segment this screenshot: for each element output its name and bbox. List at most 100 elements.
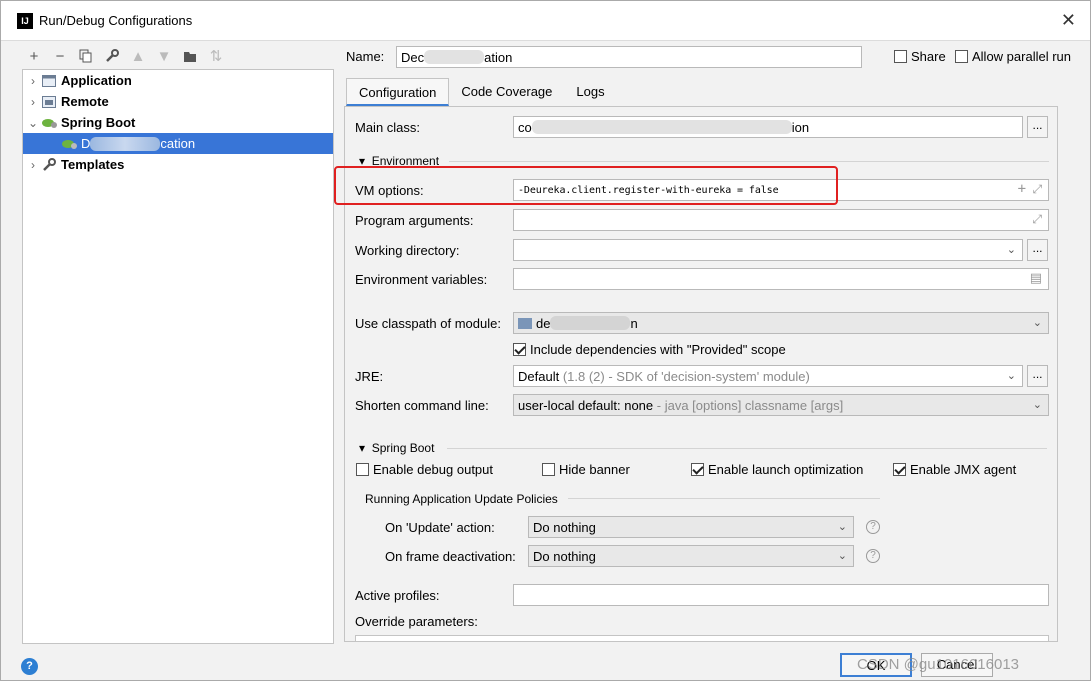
- name-field[interactable]: Dec ation: [396, 46, 862, 68]
- browse-button[interactable]: ...: [1027, 116, 1048, 138]
- chevron-down-icon[interactable]: ⌄: [25, 116, 41, 130]
- program-arguments-label: Program arguments:: [355, 213, 474, 228]
- spring-boot-config-icon: [61, 137, 77, 151]
- on-frame-select[interactable]: Do nothing ⌄: [528, 545, 854, 567]
- classpath-value-start: de: [536, 316, 551, 331]
- intellij-icon: IJ: [17, 13, 33, 29]
- wrench-icon[interactable]: [101, 45, 123, 67]
- tree-item-spring-boot[interactable]: ⌄ Spring Boot: [23, 112, 333, 133]
- chevron-down-icon: ⌄: [837, 550, 847, 562]
- update-policies-title: Running Application Update Policies: [365, 492, 558, 506]
- help-question-icon[interactable]: ?: [866, 549, 880, 563]
- divider: [568, 498, 880, 499]
- expand-icon[interactable]: ⤢: [1032, 212, 1042, 227]
- classpath-module-select[interactable]: de n ⌄: [513, 312, 1049, 334]
- config-toolbar: + − ▲ ▼ ⇅: [23, 45, 227, 69]
- add-icon[interactable]: +: [1018, 181, 1026, 197]
- sort-icon[interactable]: ⇅: [205, 45, 227, 67]
- tree-item-label: Spring Boot: [61, 115, 136, 130]
- chevron-right-icon[interactable]: ›: [25, 95, 41, 109]
- tab-code-coverage[interactable]: Code Coverage: [449, 78, 564, 106]
- active-profiles-field[interactable]: [513, 584, 1049, 606]
- checkbox-checked-icon: [513, 343, 526, 356]
- checkbox-icon: [955, 50, 968, 63]
- expand-icon[interactable]: ⤢: [1032, 182, 1042, 197]
- jmx-agent-label: Enable JMX agent: [910, 462, 1017, 477]
- module-folder-icon: [518, 318, 532, 329]
- allow-parallel-checkbox[interactable]: Allow parallel run: [955, 49, 1071, 64]
- main-class-value-start: co: [518, 120, 532, 135]
- chevron-right-icon[interactable]: ›: [25, 158, 41, 172]
- working-directory-field[interactable]: ⌄: [513, 239, 1023, 261]
- environment-variables-field[interactable]: ▤: [513, 268, 1049, 290]
- tab-bar: Configuration Code Coverage Logs: [346, 78, 617, 106]
- chevron-down-icon: ⌄: [1032, 317, 1042, 329]
- checkbox-icon: [356, 463, 369, 476]
- tab-configuration[interactable]: Configuration: [346, 78, 450, 106]
- jmx-agent-checkbox[interactable]: Enable JMX agent: [893, 462, 1016, 477]
- close-icon[interactable]: ✕: [1061, 10, 1076, 31]
- shorten-command-line-label: Shorten command line:: [355, 398, 489, 413]
- config-tree: › Application › Remote ⌄ Spring Boot D c…: [22, 69, 334, 644]
- highlight-box: [334, 166, 838, 205]
- environment-variables-label: Environment variables:: [355, 272, 488, 287]
- title-bar: IJ Run/Debug Configurations ✕: [1, 1, 1090, 41]
- checkbox-checked-icon: [893, 463, 906, 476]
- redacted-text: [424, 50, 485, 64]
- on-frame-label: On frame deactivation:: [385, 549, 516, 564]
- on-update-select[interactable]: Do nothing ⌄: [528, 516, 854, 538]
- program-arguments-field[interactable]: ⤢: [513, 209, 1049, 231]
- run-debug-dialog: IJ Run/Debug Configurations ✕ + − ▲ ▼ ⇅ …: [0, 0, 1091, 681]
- remove-icon[interactable]: −: [49, 45, 71, 67]
- browse-button[interactable]: ...: [1027, 365, 1048, 387]
- working-directory-label: Working directory:: [355, 243, 460, 258]
- enable-debug-checkbox[interactable]: Enable debug output: [356, 462, 493, 477]
- tree-item-label: Templates: [61, 157, 125, 172]
- enable-debug-label: Enable debug output: [373, 462, 493, 477]
- remote-icon: [41, 95, 57, 109]
- spring-boot-label: Spring Boot: [371, 441, 435, 455]
- redacted-text: [90, 136, 161, 151]
- move-up-icon[interactable]: ▲: [127, 45, 149, 67]
- spring-boot-icon: [41, 116, 57, 130]
- checkbox-icon: [894, 50, 907, 63]
- tree-item-application[interactable]: › Application: [23, 70, 333, 91]
- spring-boot-section[interactable]: ▾ Spring Boot: [359, 441, 434, 455]
- tab-logs[interactable]: Logs: [564, 78, 616, 106]
- tree-item-label: D: [81, 136, 91, 151]
- override-parameters-table[interactable]: [355, 635, 1049, 641]
- jre-hint: (1.8 (2) - SDK of 'decision-system' modu…: [562, 369, 810, 384]
- wrench-icon: [41, 157, 57, 172]
- chevron-right-icon[interactable]: ›: [25, 74, 41, 88]
- launch-optimization-checkbox[interactable]: Enable launch optimization: [691, 462, 863, 477]
- help-icon[interactable]: ?: [21, 658, 38, 675]
- on-update-value: Do nothing: [533, 520, 596, 535]
- share-checkbox[interactable]: Share: [894, 49, 946, 64]
- application-icon: [41, 74, 57, 88]
- main-class-label: Main class:: [355, 120, 421, 135]
- divider: [447, 448, 1047, 449]
- move-down-icon[interactable]: ▼: [153, 45, 175, 67]
- classpath-module-label: Use classpath of module:: [355, 316, 501, 331]
- redacted-text: [550, 316, 631, 330]
- hide-banner-checkbox[interactable]: Hide banner: [542, 462, 630, 477]
- main-class-field[interactable]: co ion: [513, 116, 1023, 138]
- divider: [449, 161, 1049, 162]
- add-icon[interactable]: +: [23, 45, 45, 67]
- include-dependencies-checkbox[interactable]: Include dependencies with "Provided" sco…: [513, 342, 786, 357]
- tree-item-templates[interactable]: › Templates: [23, 154, 333, 175]
- chevron-down-icon[interactable]: ⌄: [1007, 243, 1016, 256]
- main-class-value-end: ion: [791, 120, 810, 135]
- browse-button[interactable]: ...: [1027, 239, 1048, 261]
- tree-item-remote[interactable]: › Remote: [23, 91, 333, 112]
- help-question-icon[interactable]: ?: [866, 520, 880, 534]
- jre-select[interactable]: Default (1.8 (2) - SDK of 'decision-syst…: [513, 365, 1023, 387]
- copy-icon[interactable]: [75, 45, 97, 67]
- shorten-hint: - java [options] classname [args]: [653, 398, 844, 413]
- document-icon[interactable]: ▤: [1030, 270, 1042, 286]
- allow-parallel-label: Allow parallel run: [972, 49, 1071, 64]
- tree-item-spring-config[interactable]: D cation: [23, 133, 333, 154]
- folder-add-icon[interactable]: [179, 45, 201, 67]
- shorten-command-line-select[interactable]: user-local default: none - java [options…: [513, 394, 1049, 416]
- active-profiles-label: Active profiles:: [355, 588, 440, 603]
